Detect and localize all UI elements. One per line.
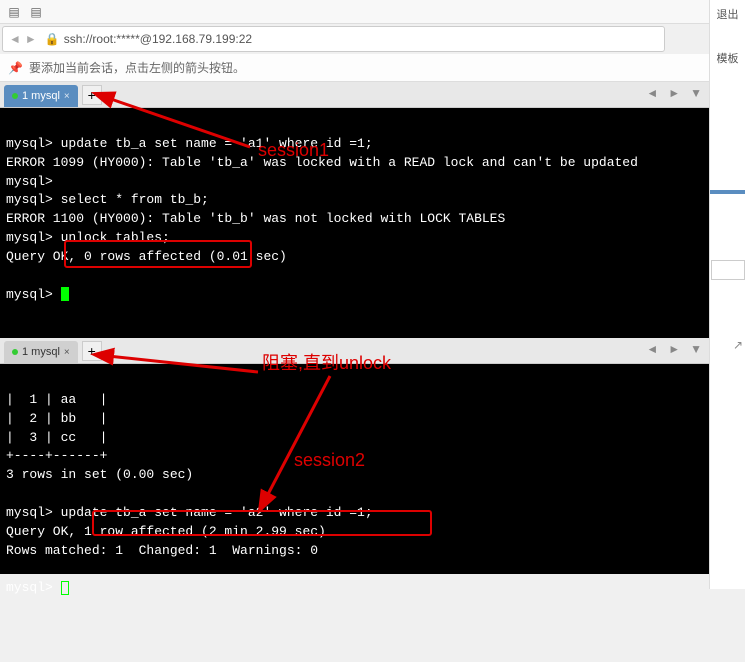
term-line: mysql>: [6, 174, 53, 189]
exit-button[interactable]: 退出: [710, 2, 745, 26]
term-line: 3 rows in set (0.00 sec): [6, 467, 193, 482]
toolbar-icon[interactable]: ▤: [4, 2, 24, 22]
hint-bar: 📌 要添加当前会话，点击左侧的箭头按钮。: [0, 54, 745, 82]
term-line: mysql> update tb_a set name = 'a1' where…: [6, 136, 373, 151]
address-url: ssh://root:*****@192.168.79.199:22: [64, 32, 252, 46]
cursor-icon: [61, 287, 69, 301]
address-bar[interactable]: ◄ ► 🔒 ssh://root:*****@192.168.79.199:22: [2, 26, 665, 52]
close-icon[interactable]: ×: [64, 347, 70, 358]
add-tab-button[interactable]: +: [82, 85, 102, 105]
term-line: mysql>: [6, 287, 61, 302]
tab-session2[interactable]: 1 mysql ×: [4, 341, 78, 363]
add-tab-button[interactable]: +: [82, 341, 102, 361]
term-line: Rows matched: 1 Changed: 1 Warnings: 0: [6, 543, 318, 558]
tab-session1[interactable]: 1 mysql ×: [4, 85, 78, 107]
term-line: | 1 | aa |: [6, 392, 107, 407]
tab-nav-right: ◄ ► ▼: [643, 342, 705, 356]
term-line: Query OK, 1 row affected (2 min 2.99 sec…: [6, 524, 326, 539]
tab-label: 1 mysql: [22, 90, 60, 102]
external-icon[interactable]: ↗: [733, 338, 743, 352]
term-line: ERROR 1100 (HY000): Table 'tb_b' was not…: [6, 211, 505, 226]
status-dot-icon: [12, 349, 18, 355]
main-area: 1 mysql × + ◄ ► ▼ mysql> update tb_a set…: [0, 82, 709, 574]
term-line: Query OK, 0 rows affected (0.01 sec): [6, 249, 287, 264]
tab-label: 1 mysql: [22, 346, 60, 358]
term-line: ERROR 1099 (HY000): Table 'tb_a' was loc…: [6, 155, 638, 170]
next-tab-icon[interactable]: ►: [665, 86, 683, 100]
term-line: mysql> update tb_a set name = 'a2' where…: [6, 505, 373, 520]
tab-strip-1: 1 mysql × + ◄ ► ▼: [0, 82, 709, 108]
next-tab-icon[interactable]: ►: [665, 342, 683, 356]
ext-box: [711, 260, 745, 280]
close-icon[interactable]: ×: [64, 91, 70, 102]
hint-text: 要添加当前会话，点击左侧的箭头按钮。: [29, 59, 245, 76]
top-toolbar: ▤ ▤: [0, 0, 745, 24]
term-line: | 2 | bb |: [6, 411, 107, 426]
tab-menu-icon[interactable]: ▼: [687, 342, 705, 356]
term-line: +----+------+: [6, 448, 107, 463]
lock-icon: 🔒: [45, 32, 60, 46]
forward-icon[interactable]: ►: [25, 32, 37, 46]
back-icon[interactable]: ◄: [9, 32, 21, 46]
terminal-session2[interactable]: | 1 | aa | | 2 | bb | | 3 | cc | +----+-…: [0, 364, 709, 574]
term-line: | 3 | cc |: [6, 430, 107, 445]
prev-tab-icon[interactable]: ◄: [643, 342, 661, 356]
template-button[interactable]: 模板: [710, 46, 745, 70]
toolbar-icon[interactable]: ▤: [26, 2, 46, 22]
right-sidebar: 退出 模板 ↗: [709, 0, 745, 589]
tab-menu-icon[interactable]: ▼: [687, 86, 705, 100]
cursor-icon: [61, 581, 69, 595]
terminal-session1[interactable]: mysql> update tb_a set name = 'a1' where…: [0, 108, 709, 338]
pin-icon[interactable]: 📌: [8, 61, 23, 75]
term-line: mysql>: [6, 580, 61, 595]
tab-nav-right: ◄ ► ▼: [643, 86, 705, 100]
status-dot-icon: [12, 93, 18, 99]
prev-tab-icon[interactable]: ◄: [643, 86, 661, 100]
term-line: mysql> select * from tb_b;: [6, 192, 209, 207]
term-line: mysql> unlock tables;: [6, 230, 170, 245]
nav-buttons: ◄ ►: [9, 32, 37, 46]
tab-strip-2: 1 mysql × + ◄ ► ▼: [0, 338, 709, 364]
